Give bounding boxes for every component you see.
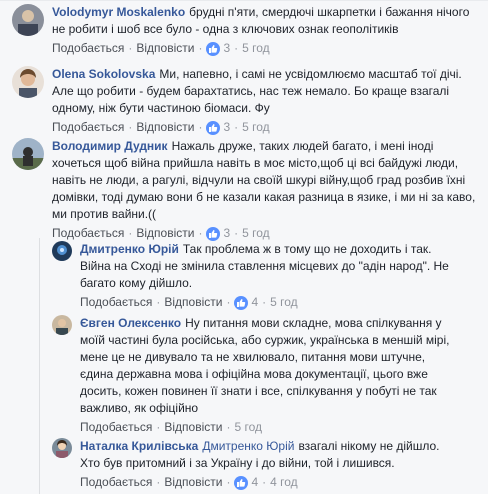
thumbs-up-icon[interactable] <box>234 475 249 490</box>
comment: Olena Sokolovska Ми, напевно, і самі не у… <box>12 66 472 135</box>
comment-text-line: єдина державна мова і офіційна мова доку… <box>80 367 428 381</box>
like-button[interactable]: Подобається <box>52 41 124 56</box>
comment-author[interactable]: Наталка Крилівська <box>80 439 198 453</box>
comment-text-line: мене це не дивувало та не хвилювало, пит… <box>80 350 426 364</box>
comment-text-line: важливо, як офіційно <box>80 401 199 415</box>
timestamp[interactable]: 5 год <box>234 420 262 435</box>
like-count[interactable]: 3 <box>223 120 230 135</box>
timestamp[interactable]: 5 год <box>270 295 298 310</box>
timestamp[interactable]: 5 год <box>242 41 270 56</box>
comment-text-line: Ми, напевно, і самі не усвідомлюємо масш… <box>159 67 462 81</box>
comment-author[interactable]: Olena Sokolovska <box>52 67 155 81</box>
comment-text-line: не робити і шоб все було - одна з ключов… <box>52 22 399 36</box>
like-count[interactable]: 3 <box>223 226 230 241</box>
reply-button[interactable]: Відповісти <box>136 226 194 241</box>
timestamp[interactable]: 5 год <box>242 120 270 135</box>
comment-text-line: Так проблема ж в тому що не доходить і т… <box>182 242 432 256</box>
timestamp[interactable]: 5 год <box>242 226 270 241</box>
comment: Володимир Дудник Нажаль друже, таких люде… <box>12 138 482 241</box>
comment-text-line: багато кому дійшло. <box>80 276 193 290</box>
comment-text-line: одному, ніж бути частиною біомаси. Фу <box>52 101 270 115</box>
comment-author[interactable]: Volodymyr Moskalenko <box>52 5 185 19</box>
avatar[interactable] <box>52 315 72 335</box>
comment-text-line: хочеться щоб війна прийшла навіть в моє … <box>52 156 459 170</box>
reply-button[interactable]: Відповісти <box>164 295 222 310</box>
reply-comment: Наталка Крилівська Дмитренко Юрій взагалі … <box>52 438 480 490</box>
comment-text-line: Війна на Сході не змінила ставлення місц… <box>80 259 449 273</box>
comment-text-line: навіть не люди, а рагулі, відчули на сво… <box>52 173 466 187</box>
comment-text-line: Нажаль друже, таких людей багато, і мені… <box>171 139 434 153</box>
like-button[interactable]: Подобається <box>52 226 124 241</box>
avatar[interactable] <box>52 241 72 261</box>
comment-text-line: моїй частині була російська, або суржик,… <box>80 333 450 347</box>
avatar[interactable] <box>52 438 72 458</box>
comment-text-line: Ну питання мови складне, мова спілкуванн… <box>185 316 442 330</box>
thumbs-up-icon[interactable] <box>206 226 221 241</box>
comment: Volodymyr Moskalenko брудні п'яти, смердю… <box>12 4 472 56</box>
thumbs-up-icon[interactable] <box>206 41 221 56</box>
reply-comment: Дмитренко Юрій Так проблема ж в тому що н… <box>52 241 480 310</box>
reply-button[interactable]: Відповісти <box>164 475 222 490</box>
reply-comment: Євген Олексенко Ну питання мови складне, … <box>52 315 480 435</box>
avatar[interactable] <box>12 138 44 170</box>
top-divider <box>0 0 488 1</box>
like-count[interactable]: 3 <box>223 41 230 56</box>
comment-text-line: домівки, тоді думаю вони б не казали как… <box>52 190 476 204</box>
like-button[interactable]: Подобається <box>80 295 152 310</box>
comment-author[interactable]: Володимир Дудник <box>52 139 168 153</box>
mention-link[interactable]: Дмитренко Юрій <box>202 439 294 453</box>
comment-text-line: Але що робити - будем барахтатись, нас т… <box>52 84 450 98</box>
comment-text-line: взагалі нікому не дійшло. <box>298 439 440 453</box>
timestamp[interactable]: 4 год <box>270 475 298 490</box>
reply-button[interactable]: Відповісти <box>136 41 194 56</box>
like-button[interactable]: Подобається <box>80 475 152 490</box>
like-count[interactable]: 4 <box>251 475 258 490</box>
comment-author[interactable]: Євген Олексенко <box>80 316 181 330</box>
reply-button[interactable]: Відповісти <box>164 420 222 435</box>
thumbs-up-icon[interactable] <box>206 120 221 135</box>
thumbs-up-icon[interactable] <box>234 295 249 310</box>
like-button[interactable]: Подобається <box>52 120 124 135</box>
comment-text-line: досить, кожен повинен її знати і все, сп… <box>80 384 437 398</box>
comment-author[interactable]: Дмитренко Юрій <box>80 242 179 256</box>
reply-thread-line <box>39 238 40 494</box>
avatar[interactable] <box>12 66 44 98</box>
comment-text-line: Хто був притомний і за Україну і до війн… <box>80 456 395 470</box>
comment-text-line: брудні п'яти, смердючі шкарпетки і бажан… <box>189 5 470 19</box>
avatar[interactable] <box>12 4 44 36</box>
comment-text-line: ми против вайни.(( <box>52 207 157 221</box>
like-button[interactable]: Подобається <box>80 420 152 435</box>
reply-button[interactable]: Відповісти <box>136 120 194 135</box>
like-count[interactable]: 4 <box>251 295 258 310</box>
